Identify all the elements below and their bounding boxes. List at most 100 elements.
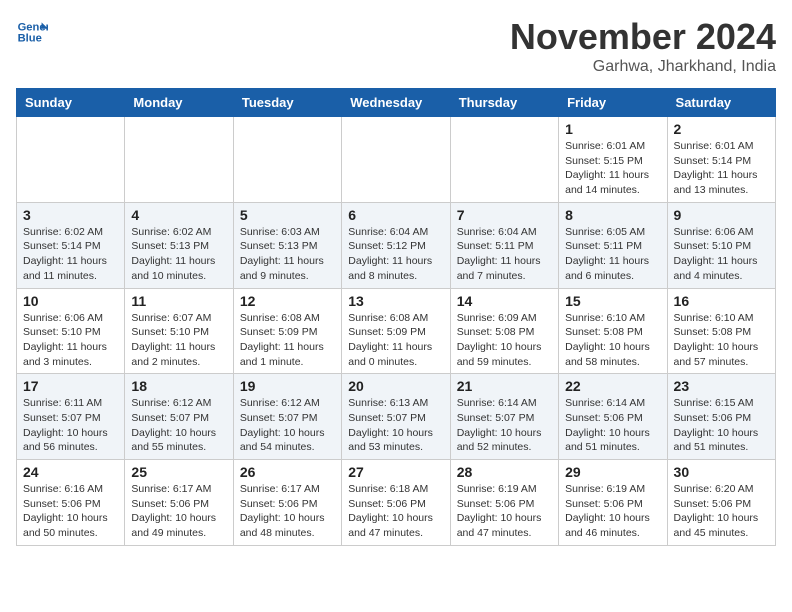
day-info: Sunrise: 6:19 AM Sunset: 5:06 PM Dayligh… xyxy=(457,482,552,541)
day-number: 16 xyxy=(674,293,769,309)
day-number: 6 xyxy=(348,207,443,223)
day-number: 26 xyxy=(240,464,335,480)
calendar-cell: 3Sunrise: 6:02 AM Sunset: 5:14 PM Daylig… xyxy=(17,202,125,288)
day-info: Sunrise: 6:04 AM Sunset: 5:11 PM Dayligh… xyxy=(457,225,552,284)
weekday-header-wednesday: Wednesday xyxy=(342,89,450,117)
day-number: 9 xyxy=(674,207,769,223)
day-number: 19 xyxy=(240,378,335,394)
calendar-cell: 9 Sunrise: 6:06 AM Sunset: 5:10 PM Daylig… xyxy=(667,202,775,288)
logo: General Blue xyxy=(16,16,48,48)
day-number: 5 xyxy=(240,207,335,223)
calendar-cell: 15 Sunrise: 6:10 AM Sunset: 5:08 PM Dayli… xyxy=(559,288,667,374)
day-info: Sunrise: 6:07 AM Sunset: 5:10 PM Dayligh… xyxy=(131,311,226,370)
calendar-cell: 30 Sunrise: 6:20 AM Sunset: 5:06 PM Dayli… xyxy=(667,460,775,546)
day-number: 12 xyxy=(240,293,335,309)
week-row-1: 1 Sunrise: 6:01 AM Sunset: 5:15 PM Daylig… xyxy=(17,117,776,203)
week-row-4: 17 Sunrise: 6:11 AM Sunset: 5:07 PM Dayli… xyxy=(17,374,776,460)
calendar-cell: 24 Sunrise: 6:16 AM Sunset: 5:06 PM Dayli… xyxy=(17,460,125,546)
day-info: Sunrise: 6:06 AM Sunset: 5:10 PM Dayligh… xyxy=(674,225,769,284)
day-number: 15 xyxy=(565,293,660,309)
calendar-cell: 11 Sunrise: 6:07 AM Sunset: 5:10 PM Dayli… xyxy=(125,288,233,374)
location-subtitle: Garhwa, Jharkhand, India xyxy=(510,58,776,76)
day-number: 7 xyxy=(457,207,552,223)
week-row-3: 10Sunrise: 6:06 AM Sunset: 5:10 PM Dayli… xyxy=(17,288,776,374)
day-number: 30 xyxy=(674,464,769,480)
calendar-cell xyxy=(17,117,125,203)
day-info: Sunrise: 6:01 AM Sunset: 5:15 PM Dayligh… xyxy=(565,139,660,198)
calendar-cell: 12 Sunrise: 6:08 AM Sunset: 5:09 PM Dayli… xyxy=(233,288,341,374)
day-info: Sunrise: 6:02 AM Sunset: 5:13 PM Dayligh… xyxy=(131,225,226,284)
day-number: 14 xyxy=(457,293,552,309)
day-info: Sunrise: 6:02 AM Sunset: 5:14 PM Dayligh… xyxy=(23,225,118,284)
day-info: Sunrise: 6:06 AM Sunset: 5:10 PM Dayligh… xyxy=(23,311,118,370)
calendar-cell: 1 Sunrise: 6:01 AM Sunset: 5:15 PM Daylig… xyxy=(559,117,667,203)
day-info: Sunrise: 6:14 AM Sunset: 5:07 PM Dayligh… xyxy=(457,396,552,455)
calendar-cell xyxy=(125,117,233,203)
calendar-cell: 23Sunrise: 6:15 AM Sunset: 5:06 PM Dayli… xyxy=(667,374,775,460)
calendar-cell: 4Sunrise: 6:02 AM Sunset: 5:13 PM Daylig… xyxy=(125,202,233,288)
day-info: Sunrise: 6:20 AM Sunset: 5:06 PM Dayligh… xyxy=(674,482,769,541)
week-row-5: 24 Sunrise: 6:16 AM Sunset: 5:06 PM Dayli… xyxy=(17,460,776,546)
month-title: November 2024 xyxy=(510,16,776,58)
day-number: 2 xyxy=(674,121,769,137)
calendar-cell: 21 Sunrise: 6:14 AM Sunset: 5:07 PM Dayli… xyxy=(450,374,558,460)
day-info: Sunrise: 6:08 AM Sunset: 5:09 PM Dayligh… xyxy=(348,311,443,370)
day-info: Sunrise: 6:17 AM Sunset: 5:06 PM Dayligh… xyxy=(240,482,335,541)
day-number: 21 xyxy=(457,378,552,394)
day-number: 11 xyxy=(131,293,226,309)
weekday-header-saturday: Saturday xyxy=(667,89,775,117)
weekday-header-row: SundayMondayTuesdayWednesdayThursdayFrid… xyxy=(17,89,776,117)
calendar-cell: 26 Sunrise: 6:17 AM Sunset: 5:06 PM Dayli… xyxy=(233,460,341,546)
day-number: 29 xyxy=(565,464,660,480)
day-info: Sunrise: 6:10 AM Sunset: 5:08 PM Dayligh… xyxy=(565,311,660,370)
calendar-cell: 18 Sunrise: 6:12 AM Sunset: 5:07 PM Dayli… xyxy=(125,374,233,460)
calendar-cell xyxy=(233,117,341,203)
day-info: Sunrise: 6:04 AM Sunset: 5:12 PM Dayligh… xyxy=(348,225,443,284)
calendar-cell: 7 Sunrise: 6:04 AM Sunset: 5:11 PM Daylig… xyxy=(450,202,558,288)
day-info: Sunrise: 6:01 AM Sunset: 5:14 PM Dayligh… xyxy=(674,139,769,198)
day-number: 1 xyxy=(565,121,660,137)
day-number: 17 xyxy=(23,378,118,394)
day-info: Sunrise: 6:19 AM Sunset: 5:06 PM Dayligh… xyxy=(565,482,660,541)
day-info: Sunrise: 6:11 AM Sunset: 5:07 PM Dayligh… xyxy=(23,396,118,455)
day-info: Sunrise: 6:08 AM Sunset: 5:09 PM Dayligh… xyxy=(240,311,335,370)
day-number: 18 xyxy=(131,378,226,394)
weekday-header-sunday: Sunday xyxy=(17,89,125,117)
weekday-header-friday: Friday xyxy=(559,89,667,117)
calendar-cell xyxy=(342,117,450,203)
day-info: Sunrise: 6:05 AM Sunset: 5:11 PM Dayligh… xyxy=(565,225,660,284)
title-block: November 2024 Garhwa, Jharkhand, India xyxy=(510,16,776,76)
calendar-cell: 29 Sunrise: 6:19 AM Sunset: 5:06 PM Dayli… xyxy=(559,460,667,546)
day-number: 25 xyxy=(131,464,226,480)
calendar-cell xyxy=(450,117,558,203)
calendar-cell: 10Sunrise: 6:06 AM Sunset: 5:10 PM Dayli… xyxy=(17,288,125,374)
weekday-header-thursday: Thursday xyxy=(450,89,558,117)
calendar-cell: 22 Sunrise: 6:14 AM Sunset: 5:06 PM Dayli… xyxy=(559,374,667,460)
day-info: Sunrise: 6:14 AM Sunset: 5:06 PM Dayligh… xyxy=(565,396,660,455)
day-info: Sunrise: 6:18 AM Sunset: 5:06 PM Dayligh… xyxy=(348,482,443,541)
calendar-cell: 6 Sunrise: 6:04 AM Sunset: 5:12 PM Daylig… xyxy=(342,202,450,288)
weekday-header-monday: Monday xyxy=(125,89,233,117)
day-info: Sunrise: 6:03 AM Sunset: 5:13 PM Dayligh… xyxy=(240,225,335,284)
day-number: 20 xyxy=(348,378,443,394)
calendar-cell: 2 Sunrise: 6:01 AM Sunset: 5:14 PM Daylig… xyxy=(667,117,775,203)
day-info: Sunrise: 6:17 AM Sunset: 5:06 PM Dayligh… xyxy=(131,482,226,541)
day-info: Sunrise: 6:12 AM Sunset: 5:07 PM Dayligh… xyxy=(240,396,335,455)
calendar-cell: 13Sunrise: 6:08 AM Sunset: 5:09 PM Dayli… xyxy=(342,288,450,374)
calendar-cell: 8 Sunrise: 6:05 AM Sunset: 5:11 PM Daylig… xyxy=(559,202,667,288)
weekday-header-tuesday: Tuesday xyxy=(233,89,341,117)
day-number: 22 xyxy=(565,378,660,394)
calendar-cell: 20Sunrise: 6:13 AM Sunset: 5:07 PM Dayli… xyxy=(342,374,450,460)
calendar-cell: 16 Sunrise: 6:10 AM Sunset: 5:08 PM Dayli… xyxy=(667,288,775,374)
day-number: 8 xyxy=(565,207,660,223)
day-number: 23 xyxy=(674,378,769,394)
day-info: Sunrise: 6:10 AM Sunset: 5:08 PM Dayligh… xyxy=(674,311,769,370)
day-info: Sunrise: 6:16 AM Sunset: 5:06 PM Dayligh… xyxy=(23,482,118,541)
week-row-2: 3Sunrise: 6:02 AM Sunset: 5:14 PM Daylig… xyxy=(17,202,776,288)
day-info: Sunrise: 6:12 AM Sunset: 5:07 PM Dayligh… xyxy=(131,396,226,455)
calendar-cell: 19 Sunrise: 6:12 AM Sunset: 5:07 PM Dayli… xyxy=(233,374,341,460)
calendar-table: SundayMondayTuesdayWednesdayThursdayFrid… xyxy=(16,88,776,546)
logo-icon: General Blue xyxy=(16,16,48,48)
calendar-cell: 28Sunrise: 6:19 AM Sunset: 5:06 PM Dayli… xyxy=(450,460,558,546)
day-number: 24 xyxy=(23,464,118,480)
